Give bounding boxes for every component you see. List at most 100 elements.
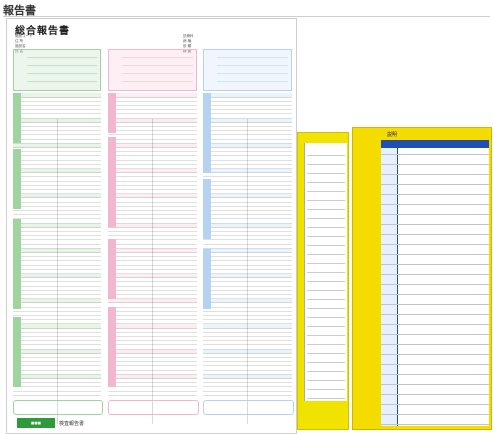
explanation-row — [307, 308, 345, 309]
header-rule — [217, 81, 288, 82]
header-rule — [122, 81, 193, 82]
header-rule — [217, 57, 288, 58]
header-rule — [27, 81, 97, 82]
column-rule — [57, 119, 58, 424]
header-rule — [122, 57, 193, 58]
category-band — [13, 317, 21, 387]
explanation-row — [307, 281, 345, 282]
explanation-row — [307, 200, 345, 201]
header-rule — [122, 65, 193, 66]
explanation-row — [381, 194, 489, 195]
explanation-row — [307, 335, 345, 336]
category-band — [108, 137, 116, 227]
explanation-row — [381, 204, 489, 205]
explanation-row — [381, 344, 489, 345]
explanation-row — [381, 234, 489, 235]
explanation-row — [381, 424, 489, 425]
explanation-row — [381, 324, 489, 325]
explanation-row — [307, 263, 345, 264]
report-column-green — [13, 49, 101, 433]
explanation-row — [381, 164, 489, 165]
explanation-row — [381, 384, 489, 385]
explanation-row — [307, 299, 345, 300]
explanation-table-header — [381, 140, 489, 148]
explanation-row — [381, 274, 489, 275]
explanation-title: 説明 — [387, 132, 398, 138]
explanation-row — [307, 164, 345, 165]
remarks-box-green — [13, 400, 103, 415]
explanation-row — [381, 214, 489, 215]
explanation-row — [307, 317, 345, 318]
header-rule — [27, 57, 97, 58]
header-rule — [217, 65, 288, 66]
header-rule — [122, 73, 193, 74]
explanation-row — [381, 244, 489, 245]
heading-divider — [3, 16, 490, 17]
explanation-row — [381, 184, 489, 185]
explanation-row — [381, 284, 489, 285]
explanation-row — [307, 371, 345, 372]
report-footer-text: 検査報告書 — [59, 421, 85, 427]
explanation-row — [307, 218, 345, 219]
category-band — [13, 93, 21, 143]
explanation-row — [381, 304, 489, 305]
explanation-row — [307, 191, 345, 192]
remarks-box-pink — [108, 400, 199, 415]
column-header-block — [108, 49, 197, 91]
explanation-row — [307, 290, 345, 291]
report-column-pink — [108, 49, 197, 433]
header-rule — [27, 65, 97, 66]
explanation-row — [381, 404, 489, 405]
category-band — [203, 179, 211, 239]
explanation-sheet: 説明 — [352, 127, 492, 430]
category-band — [108, 307, 116, 387]
explanation-row — [307, 326, 345, 327]
column-header-block — [13, 49, 101, 91]
category-band — [13, 149, 21, 209]
explanation-row — [307, 254, 345, 255]
report-column-blue — [203, 49, 292, 433]
explanation-row — [381, 174, 489, 175]
explanation-row — [307, 182, 345, 183]
report-sheet: 総合報告書 施設コード 住 所 施設名 氏 名 診療科 病 棟 依 頼 検 査 … — [6, 18, 297, 434]
explanation-row — [307, 155, 345, 156]
column-rule — [247, 119, 248, 424]
explanation-row — [307, 353, 345, 354]
explanation-panel-back — [304, 143, 347, 401]
explanation-row — [307, 173, 345, 174]
explanation-row — [307, 227, 345, 228]
explanation-row — [307, 245, 345, 246]
explanation-row — [381, 374, 489, 375]
header-rule — [217, 73, 288, 74]
explanation-table — [381, 140, 489, 426]
lab-logo: ■■■ — [17, 418, 55, 428]
explanation-sheet-back — [297, 132, 349, 430]
explanation-row — [381, 414, 489, 415]
explanation-row — [381, 334, 489, 335]
explanation-row — [307, 398, 345, 399]
column-header-block — [203, 49, 292, 91]
explanation-row — [307, 344, 345, 345]
category-band — [108, 93, 116, 133]
category-band — [203, 93, 211, 173]
explanation-row — [381, 264, 489, 265]
explanation-row — [381, 354, 489, 355]
explanation-row — [381, 154, 489, 155]
explanation-row — [307, 362, 345, 363]
explanation-row — [307, 272, 345, 273]
category-band — [108, 239, 116, 299]
explanation-row — [381, 294, 489, 295]
explanation-row — [381, 224, 489, 225]
explanation-row — [381, 364, 489, 365]
explanation-row — [381, 254, 489, 255]
header-rule — [27, 73, 97, 74]
explanation-row — [307, 209, 345, 210]
explanation-row — [307, 236, 345, 237]
column-rule — [152, 119, 153, 424]
remarks-box-blue — [203, 400, 294, 415]
category-band — [203, 249, 211, 309]
explanation-row — [381, 314, 489, 315]
explanation-row — [307, 389, 345, 390]
explanation-row — [307, 380, 345, 381]
explanation-row — [381, 394, 489, 395]
